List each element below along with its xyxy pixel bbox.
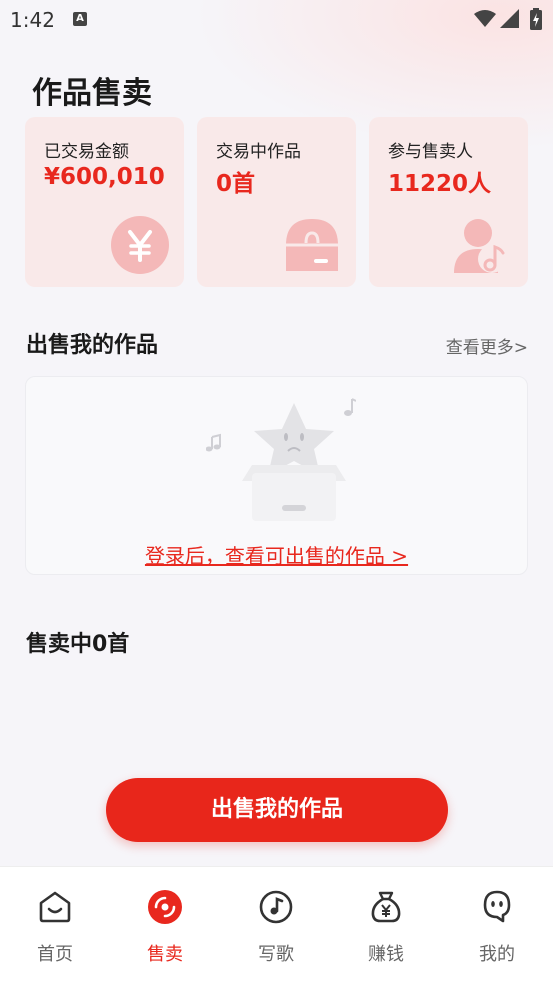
- tab-label: 售卖: [147, 944, 183, 965]
- page-title: 作品售卖: [32, 76, 152, 111]
- tab-sell[interactable]: 售卖: [110, 867, 220, 984]
- view-more-link[interactable]: 查看更多>: [446, 333, 528, 358]
- music-note-icon: [259, 890, 293, 924]
- home-icon: [39, 891, 71, 923]
- signal-icon: [500, 9, 519, 28]
- sell-my-works-button[interactable]: 出售我的作品: [106, 778, 448, 842]
- selling-count-title: 售卖中0首: [26, 632, 130, 657]
- tab-mine[interactable]: 我的: [442, 867, 552, 984]
- profile-icon: [483, 890, 511, 923]
- empty-works-panel: 登录后，查看可出售的作品 >: [25, 376, 528, 575]
- tab-home[interactable]: 首页: [0, 867, 110, 984]
- sell-section-title: 出售我的作品: [26, 333, 159, 358]
- stat-card-in-trade[interactable]: 交易中作品 0首: [197, 117, 356, 287]
- stat-card-sellers[interactable]: 参与售卖人 11220人: [369, 117, 528, 287]
- battery-icon: [530, 8, 542, 30]
- tab-earn[interactable]: 赚钱: [331, 867, 441, 984]
- tab-label: 首页: [37, 944, 73, 965]
- notification-icon: A: [73, 12, 87, 26]
- tab-write-song[interactable]: 写歌: [221, 867, 331, 984]
- stat-value: ¥600,010: [44, 164, 165, 190]
- empty-state-illustration: [206, 398, 356, 521]
- vinyl-icon: [148, 890, 182, 924]
- status-time: 1:42: [10, 8, 55, 32]
- status-bar: 1:42 A: [0, 0, 553, 40]
- stat-label: 已交易金额: [44, 142, 129, 162]
- person-music-icon: [454, 219, 506, 273]
- stat-label: 交易中作品: [216, 142, 301, 162]
- stat-value: 0首: [216, 171, 256, 197]
- wifi-icon: [474, 10, 496, 27]
- tab-label: 我的: [479, 944, 515, 965]
- stat-value: 11220人: [388, 171, 492, 197]
- tab-label: 写歌: [258, 944, 294, 965]
- stat-card-traded-amount[interactable]: 已交易金额 ¥600,010: [25, 117, 184, 287]
- stat-label: 参与售卖人: [388, 142, 473, 162]
- login-to-view-link[interactable]: 登录后，查看可出售的作品 >: [26, 540, 527, 569]
- bottom-tab-bar: 首页 售卖 写歌 赚钱 我的: [0, 866, 553, 984]
- money-bag-icon: [371, 891, 401, 923]
- tab-label: 赚钱: [368, 944, 404, 965]
- box-icon: [286, 219, 338, 271]
- yen-coin-icon: [111, 216, 169, 274]
